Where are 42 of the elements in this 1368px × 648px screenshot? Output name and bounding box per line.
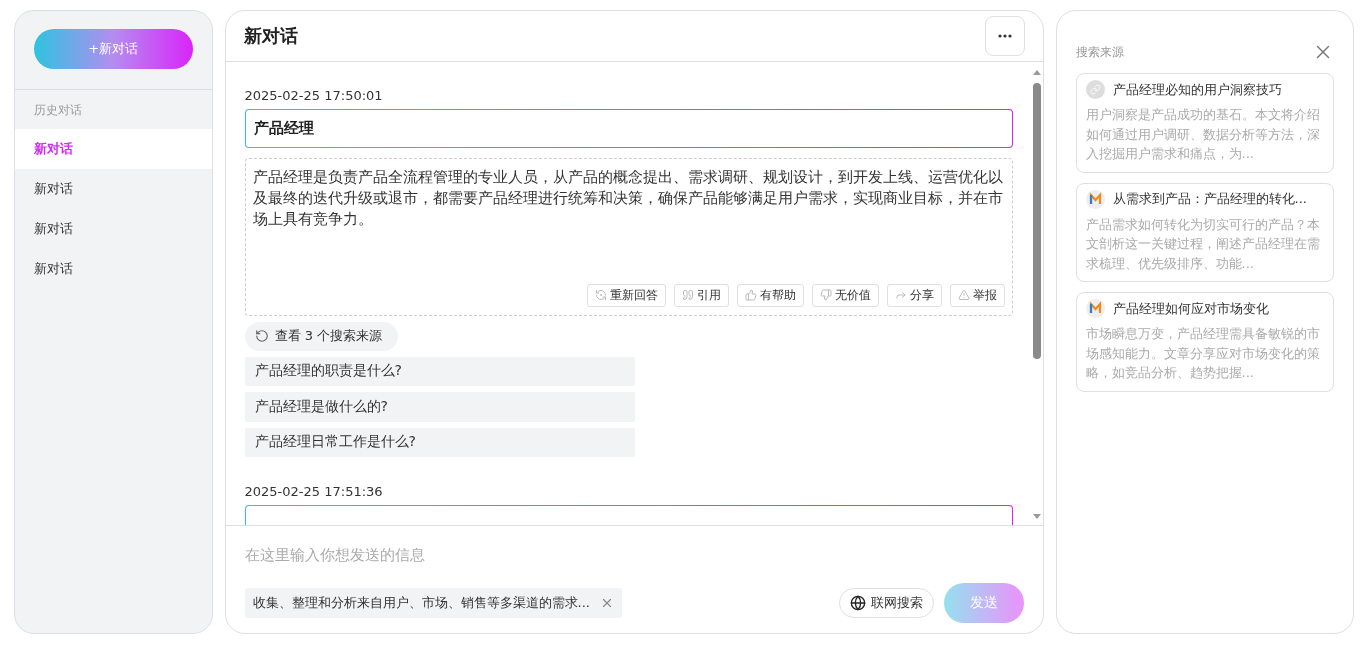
- source-title: 产品经理如何应对市场变化: [1112, 299, 1269, 318]
- answer-text: 产品经理是负责产品全流程管理的专业人员，从产品的概念提出、需求调研、规划设计，到开发上线、运营优化以及最终的迭代升级或退市，都需要产品经理进行统筹和决策，确保产品能够满足用户需求，实现商业目标，并在市场上具有竞争力。: [252, 168, 1004, 230]
- refresh-icon: [594, 289, 607, 302]
- web-search-button[interactable]: 联网搜索: [838, 588, 934, 618]
- history-label: 历史对话: [33, 102, 83, 119]
- answer-action-button[interactable]: 重新回答: [586, 284, 666, 307]
- answer-action-button[interactable]: 无价值: [811, 284, 879, 307]
- view-sources-button[interactable]: 查看 3 个搜索来源: [244, 322, 399, 351]
- warning-icon: [957, 289, 970, 302]
- globe-icon: [849, 595, 866, 611]
- answer-action-button[interactable]: 引用: [673, 284, 729, 307]
- site-logo-icon: [1085, 189, 1105, 209]
- history-item[interactable]: 新对话: [15, 169, 212, 209]
- quote-text: 收集、整理和分析来自用户、市场、销售等多渠道的需求...: [252, 594, 590, 612]
- quote-icon: [681, 289, 694, 302]
- message-time: 2025-02-25 17:50:01: [244, 88, 384, 103]
- question-box: 产品经理: [244, 109, 1013, 149]
- history-item[interactable]: 新对话: [15, 249, 212, 289]
- source-summary: 市场瞬息万变，产品经理需具备敏锐的市场感知能力。文章分享应对市场变化的策略，如竞品分析、趋势把握...: [1085, 325, 1321, 382]
- link-icon: [1085, 80, 1105, 99]
- message-time: 2025-02-25 17:51:36: [244, 484, 384, 499]
- thumbs-up-icon: [744, 289, 757, 302]
- history-item[interactable]: 新对话: [15, 129, 212, 169]
- more-button[interactable]: [984, 16, 1025, 56]
- answer-action-button[interactable]: 分享: [886, 284, 942, 307]
- suggested-question[interactable]: 产品经理的职责是什么?: [244, 356, 635, 386]
- chat-title: 新对话: [243, 24, 298, 48]
- more-icon: [997, 34, 1012, 38]
- suggested-question[interactable]: 产品经理是做什么的?: [244, 392, 635, 422]
- source-title: 从需求到产品：产品经理的转化...: [1112, 190, 1307, 208]
- site-logo-icon: [1085, 299, 1105, 318]
- source-card[interactable]: 产品经理如何应对市场变化 市场瞬息万变，产品经理需具备敏锐的市场感知能力。文章分享应对市场变化的策略，如竞品分析、趋势把握...: [1075, 292, 1334, 392]
- source-summary: 用户洞察是产品成功的基石。本文将介绍如何通过用户调研、数据分析等方法，深入挖掘用户需求和痛点，为...: [1085, 106, 1321, 163]
- refresh-icon: [254, 329, 269, 344]
- suggested-question[interactable]: 产品经理日常工作是什么?: [244, 427, 635, 457]
- panel-title: 搜索来源: [1075, 43, 1124, 61]
- thumbs-down-icon: [819, 289, 832, 302]
- source-title: 产品经理必知的用户洞察技巧: [1112, 80, 1282, 99]
- answer-action-button[interactable]: 举报: [949, 284, 1005, 307]
- source-card[interactable]: 产品经理必知的用户洞察技巧 用户洞察是产品成功的基石。本文将介绍如何通过用户调研、数据分析等方法，深入挖掘用户需求和痛点，为...: [1075, 73, 1334, 173]
- answer-action-button[interactable]: 有帮助: [736, 284, 804, 307]
- history-item[interactable]: 新对话: [15, 209, 212, 249]
